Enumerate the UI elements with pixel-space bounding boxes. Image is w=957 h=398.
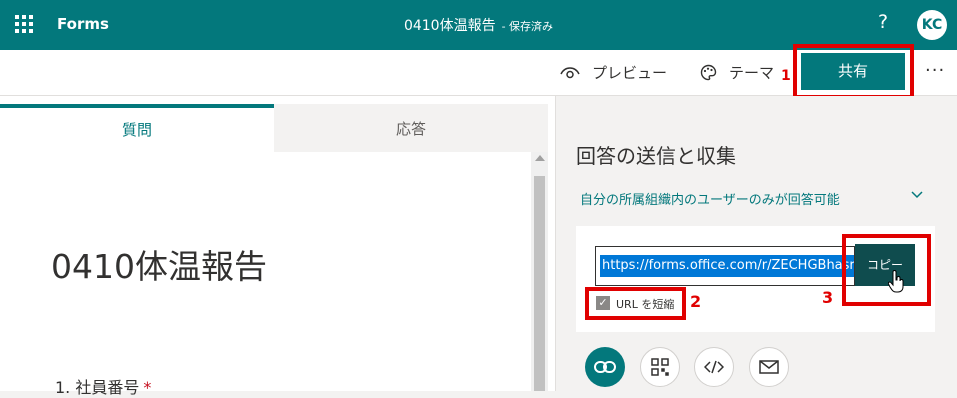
qr-code-icon[interactable]	[640, 347, 680, 387]
preview-button[interactable]: プレビュー	[560, 62, 667, 83]
scroll-up-arrow-icon[interactable]	[535, 155, 545, 161]
question-1-label: 1. 社員番号	[55, 378, 140, 397]
step-marker-1: 1	[781, 68, 791, 84]
url-field[interactable]: https://forms.office.com/r/ZECHGBhasr	[595, 246, 855, 286]
question-1[interactable]: 1. 社員番号 *	[55, 374, 151, 398]
preview-label: プレビュー	[592, 64, 668, 82]
share-panel-title: 回答の送信と収集	[576, 144, 736, 168]
chevron-down-icon[interactable]	[911, 191, 923, 199]
share-button[interactable]: 共有	[801, 53, 905, 90]
embed-code-icon[interactable]	[694, 347, 734, 387]
step-marker-3: 3	[822, 288, 834, 307]
required-mark: *	[143, 378, 152, 397]
document-title: 0410体温報告 - 保存済み	[0, 15, 957, 35]
copy-button[interactable]: コピー	[855, 244, 915, 286]
step-marker-2: 2	[690, 292, 702, 311]
eye-icon	[560, 66, 580, 78]
avatar[interactable]: KC	[917, 10, 947, 40]
theme-button[interactable]: テーマ	[700, 62, 774, 83]
url-text-selected[interactable]: https://forms.office.com/r/ZECHGBhasr	[600, 255, 854, 277]
form-title[interactable]: 0410体温報告	[51, 240, 267, 288]
theme-label: テーマ	[729, 64, 775, 82]
help-icon[interactable]: ?	[878, 11, 888, 33]
more-options-icon[interactable]: ···	[925, 60, 945, 81]
save-status: - 保存済み	[501, 20, 554, 33]
top-bar: Forms 0410体温報告 - 保存済み ? KC	[0, 0, 957, 50]
shorten-url-label: URL を短縮	[616, 298, 675, 311]
scrollbar-thumb[interactable]	[534, 176, 545, 391]
tab-questions[interactable]: 質問	[0, 104, 274, 152]
palette-icon	[700, 64, 717, 81]
email-icon[interactable]	[749, 347, 789, 387]
tab-responses[interactable]: 応答	[274, 104, 548, 152]
document-title-text: 0410体温報告	[403, 18, 496, 34]
audience-dropdown[interactable]: 自分の所属組織内のユーザーのみが回答可能	[580, 189, 840, 208]
link-icon[interactable]	[585, 347, 625, 387]
tab-strip: 質問 応答	[0, 104, 548, 152]
hand-cursor-icon	[888, 270, 904, 293]
shorten-url-checkbox[interactable]: ✓	[596, 296, 610, 310]
